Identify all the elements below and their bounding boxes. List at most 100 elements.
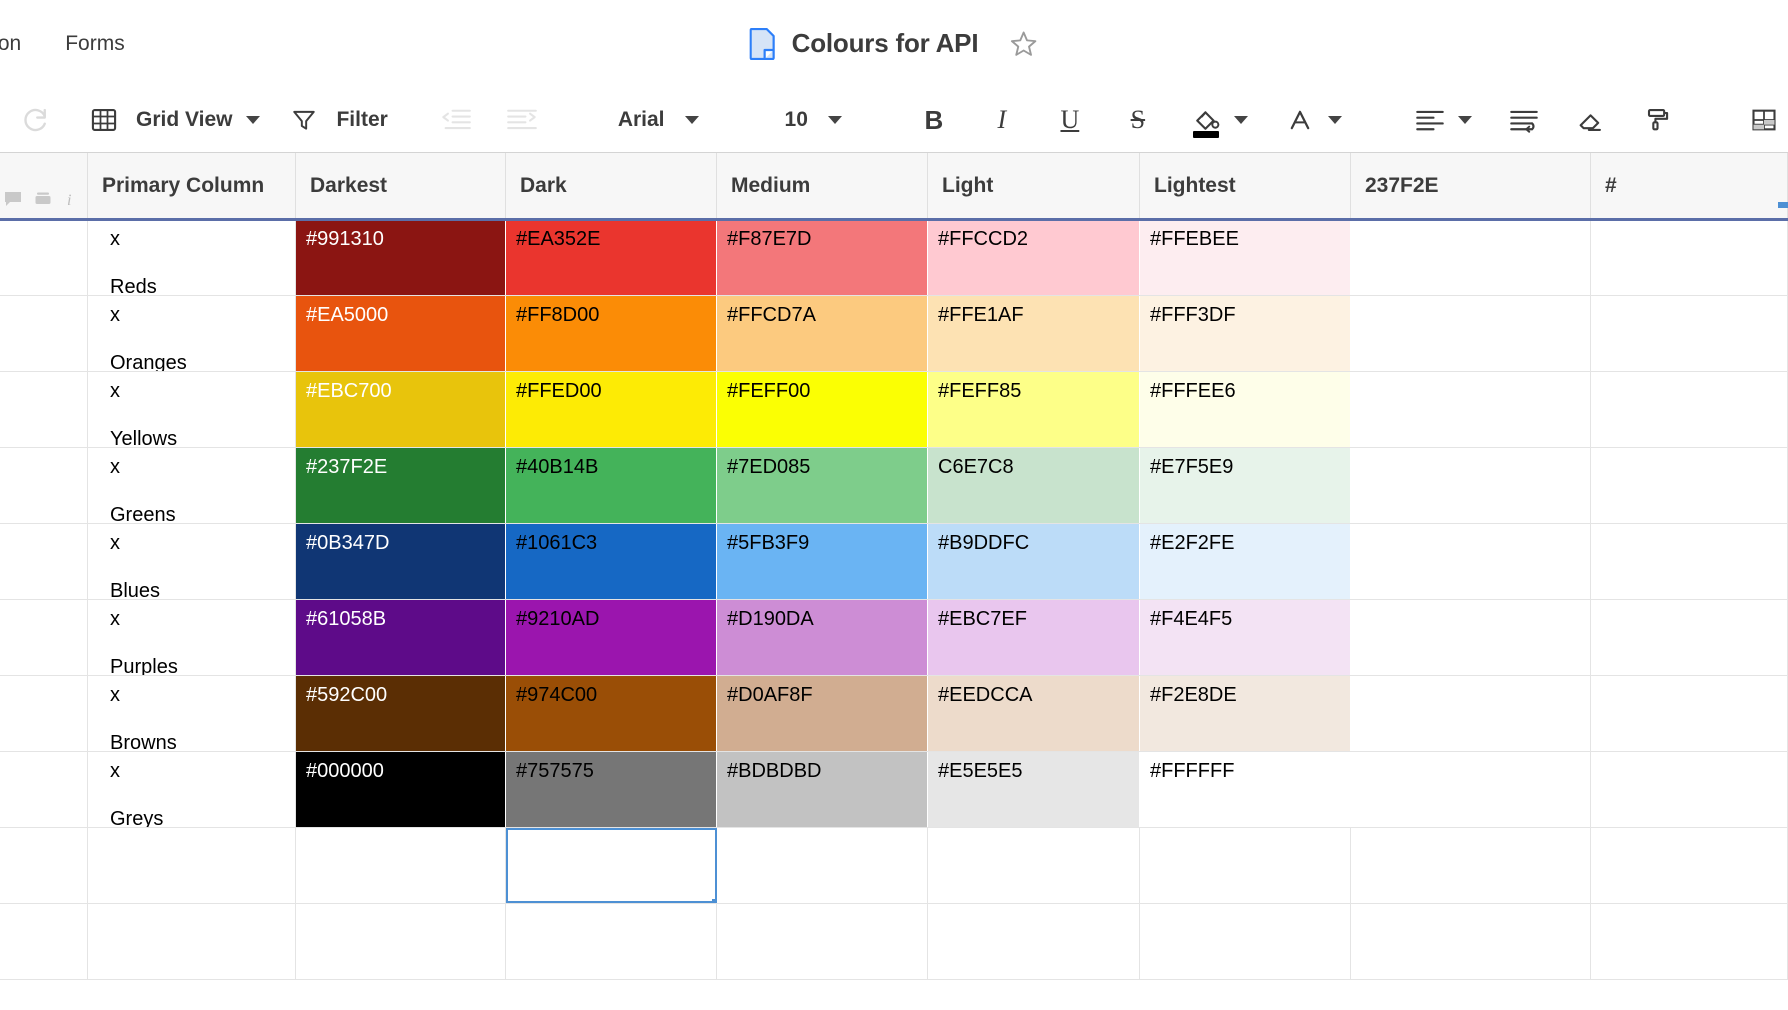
font-family-control[interactable]: Arial [608, 108, 707, 132]
empty-cell[interactable] [1140, 904, 1351, 979]
chevron-down-icon[interactable] [1457, 116, 1472, 124]
empty-cell[interactable] [1351, 524, 1591, 599]
primary-column-cell[interactable]: x Blues [88, 524, 296, 599]
empty-cell[interactable] [1351, 600, 1591, 675]
colour-swatch-cell[interactable]: #757575 [506, 752, 717, 827]
column-header[interactable]: Dark [506, 153, 717, 219]
colour-swatch-cell[interactable]: #FEFF85 [928, 372, 1140, 447]
colour-swatch-cell[interactable]: #F2E8DE [1140, 676, 1351, 751]
colour-swatch-cell[interactable]: #EEDCCA [928, 676, 1140, 751]
italic-button[interactable]: I [980, 98, 1024, 142]
font-size-control[interactable]: 10 [775, 108, 850, 132]
row-gutter-cell[interactable] [0, 904, 88, 979]
chevron-down-icon[interactable] [1327, 116, 1342, 124]
column-header[interactable]: Lightest [1140, 153, 1351, 219]
empty-cell[interactable] [1591, 676, 1788, 751]
star-outline-icon[interactable] [1008, 29, 1038, 59]
fill-bucket-icon[interactable] [1184, 98, 1228, 142]
colour-swatch-cell[interactable]: #7ED085 [717, 448, 928, 523]
row-gutter-cell[interactable] [0, 220, 88, 295]
empty-cell[interactable] [1351, 220, 1591, 295]
strikethrough-button[interactable]: S [1116, 98, 1160, 142]
colour-swatch-cell[interactable]: #FFCCD2 [928, 220, 1140, 295]
colour-swatch-cell[interactable]: #FFE1AF [928, 296, 1140, 371]
primary-column-cell[interactable]: x Reds [88, 220, 296, 295]
indent-decrease-icon[interactable] [434, 98, 478, 142]
colour-swatch-cell[interactable]: #5FB3F9 [717, 524, 928, 599]
empty-cell[interactable] [506, 904, 717, 979]
row-gutter-cell[interactable] [0, 296, 88, 371]
colour-swatch-cell[interactable]: #1061C3 [506, 524, 717, 599]
empty-cell[interactable] [1591, 828, 1788, 903]
column-header[interactable]: # [1591, 153, 1788, 219]
empty-cell[interactable] [296, 828, 506, 903]
empty-cell[interactable] [717, 828, 928, 903]
chevron-down-icon[interactable] [246, 116, 261, 124]
eraser-icon[interactable] [1568, 98, 1612, 142]
empty-cell[interactable] [928, 904, 1140, 979]
empty-cell[interactable] [1591, 524, 1788, 599]
row-gutter-cell[interactable] [0, 676, 88, 751]
row-gutter-cell[interactable] [0, 448, 88, 523]
empty-cell[interactable] [1351, 448, 1591, 523]
colour-swatch-cell[interactable]: #FFFFFF [1140, 752, 1351, 827]
primary-column-cell[interactable]: x Browns [88, 676, 296, 751]
empty-cell[interactable] [1140, 828, 1351, 903]
empty-cell[interactable] [1591, 372, 1788, 447]
empty-cell[interactable] [928, 828, 1140, 903]
column-header[interactable]: Primary Column [88, 153, 296, 219]
colour-swatch-cell[interactable]: #B9DDFC [928, 524, 1140, 599]
row-gutter-cell[interactable] [0, 828, 88, 903]
cell-borders-icon[interactable] [1742, 98, 1786, 142]
colour-swatch-cell[interactable]: #FFCD7A [717, 296, 928, 371]
primary-column-cell[interactable]: x Oranges [88, 296, 296, 371]
column-header[interactable]: Medium [717, 153, 928, 219]
row-info-icon[interactable]: i [63, 189, 77, 209]
empty-cell[interactable] [1591, 600, 1788, 675]
fill-handle[interactable] [712, 899, 716, 903]
chevron-down-icon[interactable] [1233, 116, 1248, 124]
empty-cell[interactable] [717, 904, 928, 979]
colour-swatch-cell[interactable]: #9210AD [506, 600, 717, 675]
bold-button[interactable]: B [912, 98, 956, 142]
empty-cell[interactable] [1591, 904, 1788, 979]
paint-roller-icon[interactable] [1634, 98, 1678, 142]
attachment-icon[interactable] [33, 189, 53, 209]
empty-cell[interactable] [1351, 828, 1591, 903]
empty-cell[interactable] [1351, 372, 1591, 447]
colour-swatch-cell[interactable]: #000000 [296, 752, 506, 827]
colour-swatch-cell[interactable]: #FFFEE6 [1140, 372, 1351, 447]
colour-swatch-cell[interactable]: #D0AF8F [717, 676, 928, 751]
empty-cell[interactable] [296, 904, 506, 979]
colour-swatch-cell[interactable]: #F4E4F5 [1140, 600, 1351, 675]
row-gutter-cell[interactable] [0, 524, 88, 599]
empty-cell[interactable] [1591, 752, 1788, 827]
colour-swatch-cell[interactable]: #40B14B [506, 448, 717, 523]
colour-swatch-cell[interactable]: #EBC700 [296, 372, 506, 447]
colour-swatch-cell[interactable]: #0B347D [296, 524, 506, 599]
empty-cell[interactable] [1351, 676, 1591, 751]
column-header[interactable]: Darkest [296, 153, 506, 219]
primary-column-cell[interactable]: x Greys [88, 752, 296, 827]
empty-cell[interactable] [1351, 752, 1591, 827]
colour-swatch-cell[interactable]: #EBC7EF [928, 600, 1140, 675]
menu-item-automation[interactable]: nation [0, 26, 43, 62]
colour-swatch-cell[interactable]: #FFEBEE [1140, 220, 1351, 295]
colour-swatch-cell[interactable]: #974C00 [506, 676, 717, 751]
chevron-down-icon[interactable] [827, 116, 842, 124]
colour-swatch-cell[interactable]: #FF8D00 [506, 296, 717, 371]
colour-swatch-cell[interactable]: #FEFF00 [717, 372, 928, 447]
empty-cell[interactable] [1351, 296, 1591, 371]
colour-swatch-cell[interactable]: #EA352E [506, 220, 717, 295]
column-header[interactable]: 237F2E [1351, 153, 1591, 219]
comment-icon[interactable] [3, 189, 23, 209]
primary-column-cell[interactable]: x Greens [88, 448, 296, 523]
wrap-text-icon[interactable] [1502, 98, 1546, 142]
chevron-down-icon[interactable] [684, 116, 699, 124]
colour-swatch-cell[interactable]: #FFED00 [506, 372, 717, 447]
filter-control[interactable]: Filter [282, 98, 393, 142]
colour-swatch-cell[interactable]: #D190DA [717, 600, 928, 675]
colour-swatch-cell[interactable]: #E2F2FE [1140, 524, 1351, 599]
selected-cell[interactable] [506, 828, 717, 903]
horizontal-scroll-indicator[interactable] [1778, 202, 1788, 208]
